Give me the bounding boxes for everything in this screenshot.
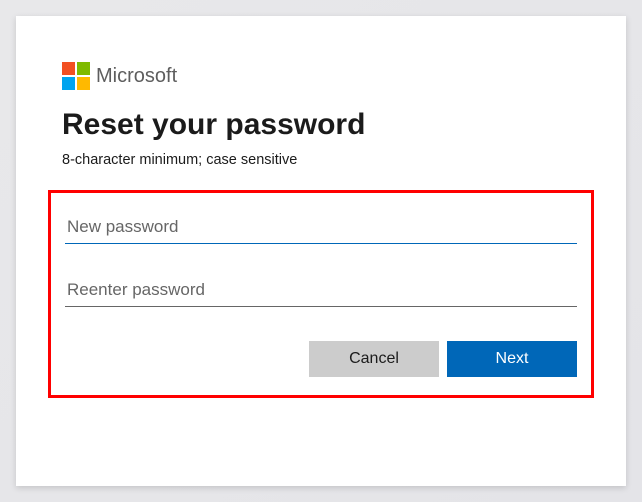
cancel-button[interactable]: Cancel bbox=[309, 341, 439, 377]
microsoft-logo-icon bbox=[62, 62, 90, 90]
next-button[interactable]: Next bbox=[447, 341, 577, 377]
button-row: Cancel Next bbox=[65, 341, 577, 377]
page-title: Reset your password bbox=[62, 108, 580, 142]
brand-row: Microsoft bbox=[62, 62, 580, 90]
logo-square-red bbox=[62, 62, 75, 75]
dialog-card: Microsoft Reset your password 8-characte… bbox=[16, 16, 626, 486]
logo-square-yellow bbox=[77, 77, 90, 90]
brand-name: Microsoft bbox=[96, 65, 177, 88]
new-password-input[interactable] bbox=[65, 209, 577, 244]
dialog-inner: Microsoft Reset your password 8-characte… bbox=[16, 16, 626, 428]
logo-square-green bbox=[77, 62, 90, 75]
reenter-password-input[interactable] bbox=[65, 272, 577, 307]
highlight-annotation: Cancel Next bbox=[48, 190, 594, 398]
reenter-password-field-wrap bbox=[65, 272, 577, 307]
logo-square-blue bbox=[62, 77, 75, 90]
password-requirements: 8-character minimum; case sensitive bbox=[62, 152, 580, 168]
new-password-field-wrap bbox=[65, 209, 577, 244]
